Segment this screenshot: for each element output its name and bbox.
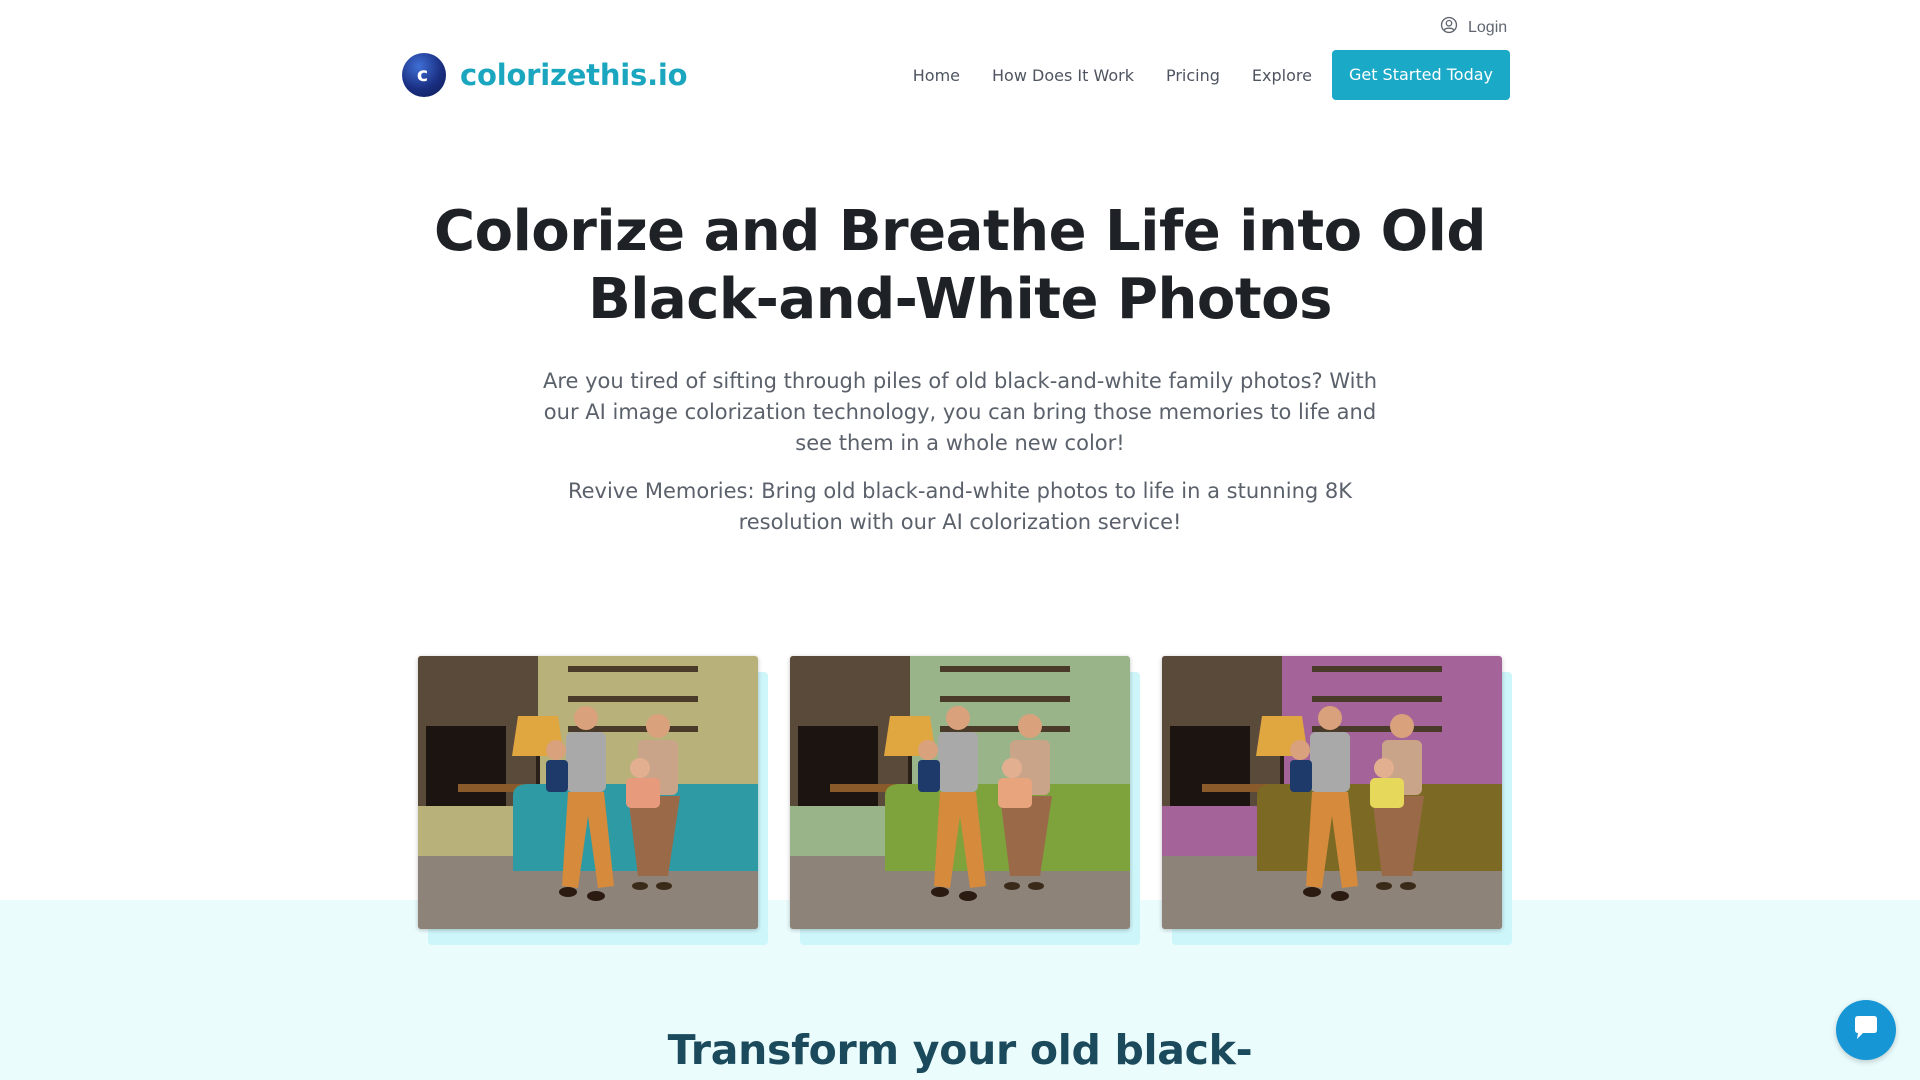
main-nav: Home How Does It Work Pricing Explore Ge… <box>881 50 1510 100</box>
logo-text: colorizethis.io <box>460 58 688 92</box>
logo-letter: c <box>416 64 429 86</box>
user-circle-icon <box>1440 16 1458 39</box>
hero-title: Colorize and Breathe Life into Old Black… <box>360 198 1560 334</box>
get-started-button[interactable]: Get Started Today <box>1331 50 1510 100</box>
photo-card-3[interactable] <box>1162 656 1512 945</box>
logo[interactable]: c colorizethis.io <box>402 53 688 97</box>
section-title: Transform your old black- <box>667 1026 1253 1074</box>
hero-tagline: Revive Memories: Bring old black-and-whi… <box>567 479 1353 534</box>
nav-how-it-works[interactable]: How Does It Work <box>992 66 1134 85</box>
nav-explore[interactable]: Explore <box>1252 66 1312 85</box>
colorized-photo-1 <box>418 656 758 929</box>
photo-card-2[interactable] <box>790 656 1140 945</box>
hero-description: Are you tired of sifting through piles o… <box>542 369 1378 455</box>
chat-widget-button[interactable] <box>1836 1000 1896 1060</box>
login-label: Login <box>1468 18 1508 36</box>
colorized-photo-3 <box>1162 656 1502 929</box>
hero-title-line2: Black-and-White Photos <box>588 267 1332 332</box>
logo-mark: c <box>402 53 446 97</box>
login-link[interactable]: Login <box>1440 16 1507 39</box>
chat-bubble-icon <box>1851 1013 1881 1048</box>
page: Login c colorizethis.io Home How Does It… <box>0 0 1920 1080</box>
colorized-photo-2 <box>790 656 1130 929</box>
nav-pricing[interactable]: Pricing <box>1166 66 1220 85</box>
nav-home[interactable]: Home <box>913 66 960 85</box>
photo-card-1[interactable] <box>418 656 768 945</box>
hero-title-line1: Colorize and Breathe Life into Old <box>434 199 1486 264</box>
